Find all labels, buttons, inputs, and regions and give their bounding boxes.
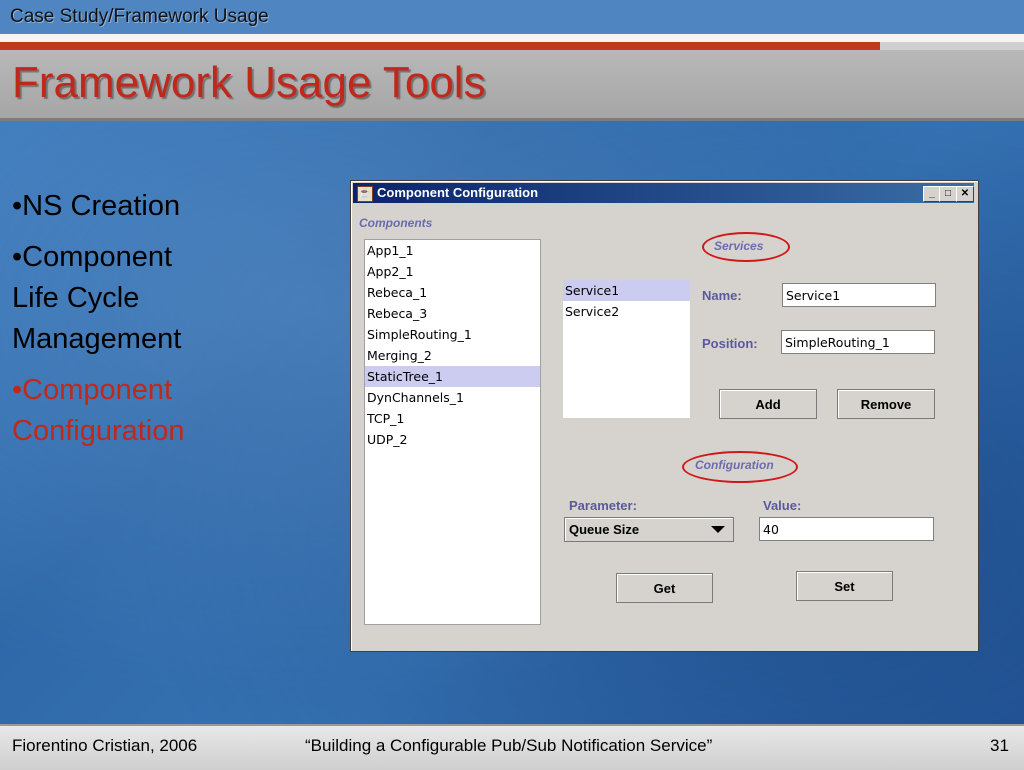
- header-stripe-grey: [880, 42, 1024, 50]
- get-button[interactable]: Get: [616, 573, 713, 603]
- footer-page-number: 31: [990, 736, 1009, 755]
- value-label: Value:: [763, 498, 802, 513]
- list-item[interactable]: DynChannels_1: [365, 387, 540, 408]
- components-label: Components: [359, 216, 433, 230]
- window-title: Component Configuration: [377, 185, 539, 200]
- list-item-selected[interactable]: StaticTree_1: [365, 366, 540, 387]
- list-item[interactable]: Merging_2: [365, 345, 540, 366]
- maximize-icon[interactable]: □: [939, 186, 957, 202]
- bullet-configuration: •Component Configuration: [12, 374, 185, 447]
- list-item[interactable]: Rebeca_3: [365, 303, 540, 324]
- remove-button[interactable]: Remove: [837, 389, 935, 419]
- list-item[interactable]: TCP_1: [365, 408, 540, 429]
- value-field[interactable]: 40: [759, 517, 934, 541]
- name-label: Name:: [702, 288, 742, 303]
- list-item[interactable]: Rebeca_1: [365, 282, 540, 303]
- add-button[interactable]: Add: [719, 389, 817, 419]
- parameter-dropdown[interactable]: Queue Size: [564, 517, 734, 542]
- name-field[interactable]: Service1: [782, 283, 936, 307]
- java-app-icon: ☕: [357, 186, 373, 202]
- parameter-label: Parameter:: [569, 498, 637, 513]
- position-field[interactable]: SimpleRouting_1: [781, 330, 935, 354]
- footer-talk-title: “Building a Configurable Pub/Sub Notific…: [305, 736, 713, 755]
- slide-header-bar: Case Study/Framework Usage: [0, 0, 1024, 34]
- list-item[interactable]: App1_1: [365, 240, 540, 261]
- list-item[interactable]: Service2: [563, 301, 690, 322]
- list-item[interactable]: App2_1: [365, 261, 540, 282]
- position-label: Position:: [702, 336, 758, 351]
- slide-footer: Fiorentino Cristian, 2006 “Building a Co…: [0, 724, 1024, 770]
- bullet-list: •NS Creation •Component Life Cycle Manag…: [12, 186, 222, 462]
- set-button[interactable]: Set: [796, 571, 893, 601]
- footer-author: Fiorentino Cristian, 2006: [12, 736, 198, 755]
- services-list[interactable]: Service1 Service2: [563, 280, 690, 418]
- list-item-selected[interactable]: Service1: [563, 280, 690, 301]
- parameter-selected-value: Queue Size: [569, 522, 640, 537]
- header-stripe-white: [0, 34, 1024, 42]
- services-label: Services: [714, 239, 764, 253]
- header-stripe-red: [0, 42, 880, 50]
- slide-title: Framework Usage Tools: [12, 58, 486, 107]
- chevron-down-icon[interactable]: [711, 526, 725, 533]
- section-title: Case Study/Framework Usage: [10, 6, 269, 27]
- component-configuration-window: ☕ Component Configuration _ □ ✕ Componen…: [350, 180, 979, 652]
- close-icon[interactable]: ✕: [956, 186, 974, 202]
- list-item[interactable]: UDP_2: [365, 429, 540, 450]
- components-list[interactable]: App1_1 App2_1 Rebeca_1 Rebeca_3 SimpleRo…: [364, 239, 541, 625]
- configuration-label: Configuration: [695, 458, 774, 472]
- bullet-lifecycle: •Component Life Cycle Management: [12, 241, 182, 355]
- window-titlebar[interactable]: ☕ Component Configuration _ □ ✕: [353, 183, 974, 203]
- slide-title-bar: Framework Usage Tools: [0, 50, 1024, 121]
- list-item[interactable]: SimpleRouting_1: [365, 324, 540, 345]
- bullet-ns-creation: •NS Creation: [12, 190, 181, 222]
